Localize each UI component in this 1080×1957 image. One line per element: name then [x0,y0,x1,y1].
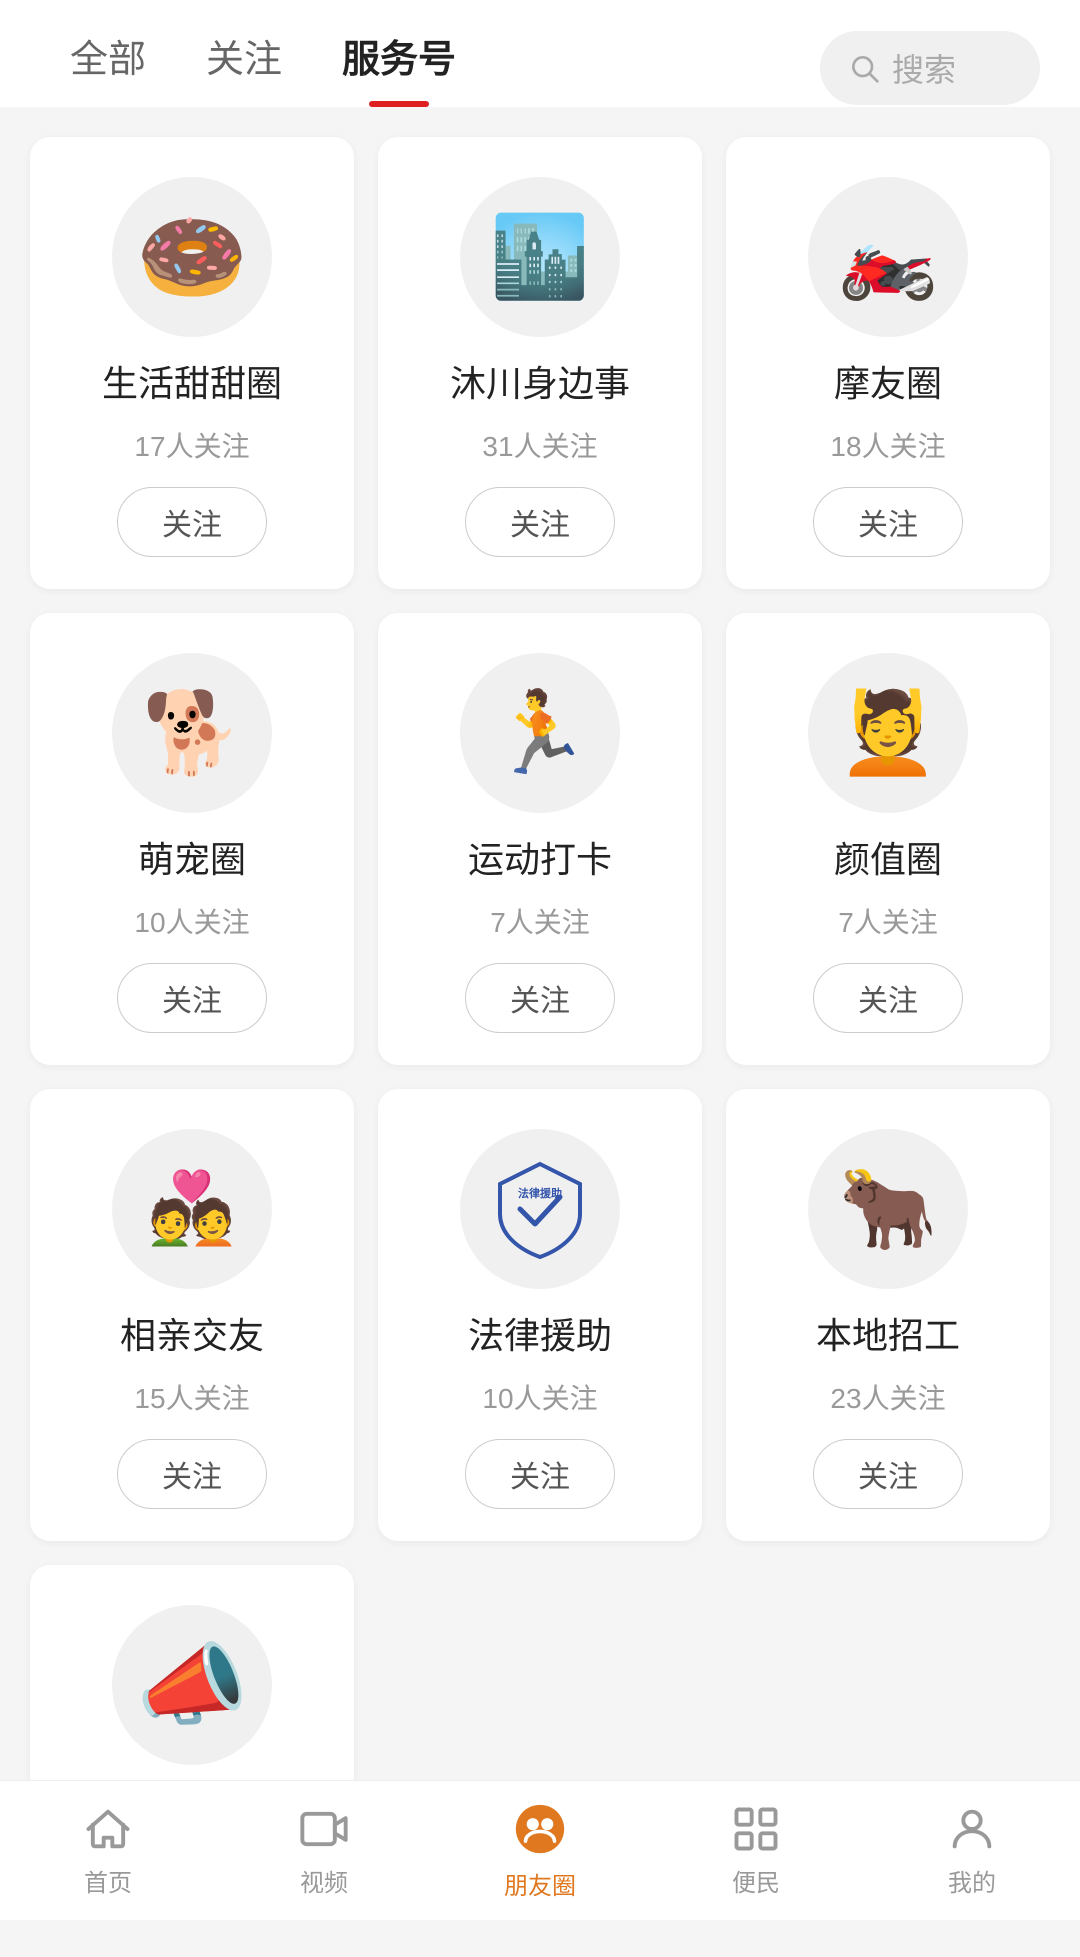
channel-followers-2: 31人关注 [482,425,597,465]
channel-grid-row3: 💑 相亲交友 15人关注 关注 法律援助 法律援助 10人关注 关注 🐂 [30,1089,1050,1541]
main-content: 🍩 生活甜甜圈 17人关注 关注 🏙️ 沐川身边事 31人关注 关注 🏍️ 摩友… [0,107,1080,1957]
nav-item-video[interactable]: 视频 [254,1803,394,1898]
channel-followers-8: 10人关注 [482,1377,597,1417]
home-icon [82,1803,134,1855]
channel-avatar-5: 🏃 [460,653,620,813]
channel-name-4: 萌宠圈 [138,831,246,883]
follow-button-5[interactable]: 关注 [465,963,615,1033]
nav-label-apps: 便民 [732,1863,780,1898]
law-shield-icon: 法律援助 [490,1159,590,1259]
channel-card-2: 🏙️ 沐川身边事 31人关注 关注 [378,137,702,589]
channel-card-1: 🍩 生活甜甜圈 17人关注 关注 [30,137,354,589]
channel-grid-row1: 🍩 生活甜甜圈 17人关注 关注 🏙️ 沐川身边事 31人关注 关注 🏍️ 摩友… [30,137,1050,589]
nav-label-video: 视频 [300,1863,348,1898]
bottom-nav: 首页 视频 朋友圈 便民 我的 [0,1780,1080,1920]
channel-grid-row2: 🐕 萌宠圈 10人关注 关注 🏃 运动打卡 7人关注 关注 💆 颜值圈 7人关注… [30,613,1050,1065]
channel-name-8: 法律援助 [468,1307,612,1359]
channel-followers-6: 7人关注 [838,901,938,941]
channel-card-3: 🏍️ 摩友圈 18人关注 关注 [726,137,1050,589]
channel-name-3: 摩友圈 [834,355,942,407]
channel-avatar-6: 💆 [808,653,968,813]
channel-avatar-9: 🐂 [808,1129,968,1289]
channel-followers-7: 15人关注 [134,1377,249,1417]
channel-name-2: 沐川身边事 [450,355,630,407]
search-icon [848,52,880,84]
channel-name-9: 本地招工 [816,1307,960,1359]
follow-button-9[interactable]: 关注 [813,1439,963,1509]
channel-avatar-8: 法律援助 [460,1129,620,1289]
follow-button-6[interactable]: 关注 [813,963,963,1033]
nav-item-profile[interactable]: 我的 [902,1803,1042,1898]
channel-avatar-7: 💑 [112,1129,272,1289]
nav-item-home[interactable]: 首页 [38,1803,178,1898]
tab-service[interactable]: 服务号 [312,28,486,107]
channel-followers-5: 7人关注 [490,901,590,941]
nav-item-friends[interactable]: 朋友圈 [470,1800,610,1901]
channel-card-4: 🐕 萌宠圈 10人关注 关注 [30,613,354,1065]
follow-button-2[interactable]: 关注 [465,487,615,557]
nav-label-home: 首页 [84,1863,132,1898]
video-icon [298,1803,350,1855]
channel-avatar-10: 📣 [112,1605,272,1765]
channel-followers-1: 17人关注 [134,425,249,465]
apps-icon [730,1803,782,1855]
search-box[interactable]: 搜索 [820,31,1040,105]
channel-followers-3: 18人关注 [830,425,945,465]
nav-item-apps[interactable]: 便民 [686,1803,826,1898]
svg-text:法律援助: 法律援助 [518,1186,562,1200]
channel-avatar-4: 🐕 [112,653,272,813]
channel-card-7: 💑 相亲交友 15人关注 关注 [30,1089,354,1541]
nav-label-friends: 朋友圈 [504,1866,576,1901]
channel-avatar-3: 🏍️ [808,177,968,337]
follow-button-3[interactable]: 关注 [813,487,963,557]
friends-circle-icon [511,1800,569,1858]
channel-avatar-1: 🍩 [112,177,272,337]
channel-card-5: 🏃 运动打卡 7人关注 关注 [378,613,702,1065]
channel-card-6: 💆 颜值圈 7人关注 关注 [726,613,1050,1065]
tab-bar: 全部 关注 服务号 搜索 [0,0,1080,107]
channel-card-10: 📣 [30,1565,354,1797]
channel-name-1: 生活甜甜圈 [102,355,282,407]
nav-label-profile: 我的 [948,1863,996,1898]
channel-avatar-2: 🏙️ [460,177,620,337]
follow-button-7[interactable]: 关注 [117,1439,267,1509]
channel-name-6: 颜值圈 [834,831,942,883]
channel-card-8: 法律援助 法律援助 10人关注 关注 [378,1089,702,1541]
follow-button-1[interactable]: 关注 [117,487,267,557]
search-placeholder: 搜索 [892,45,956,91]
channel-card-9: 🐂 本地招工 23人关注 关注 [726,1089,1050,1541]
channel-name-5: 运动打卡 [468,831,612,883]
channel-grid-row4: 📣 [30,1565,1050,1797]
follow-button-8[interactable]: 关注 [465,1439,615,1509]
channel-followers-9: 23人关注 [830,1377,945,1417]
channel-name-7: 相亲交友 [120,1307,264,1359]
user-icon [946,1803,998,1855]
channel-followers-4: 10人关注 [134,901,249,941]
tab-follow[interactable]: 关注 [176,28,312,107]
tab-all[interactable]: 全部 [40,28,176,107]
follow-button-4[interactable]: 关注 [117,963,267,1033]
